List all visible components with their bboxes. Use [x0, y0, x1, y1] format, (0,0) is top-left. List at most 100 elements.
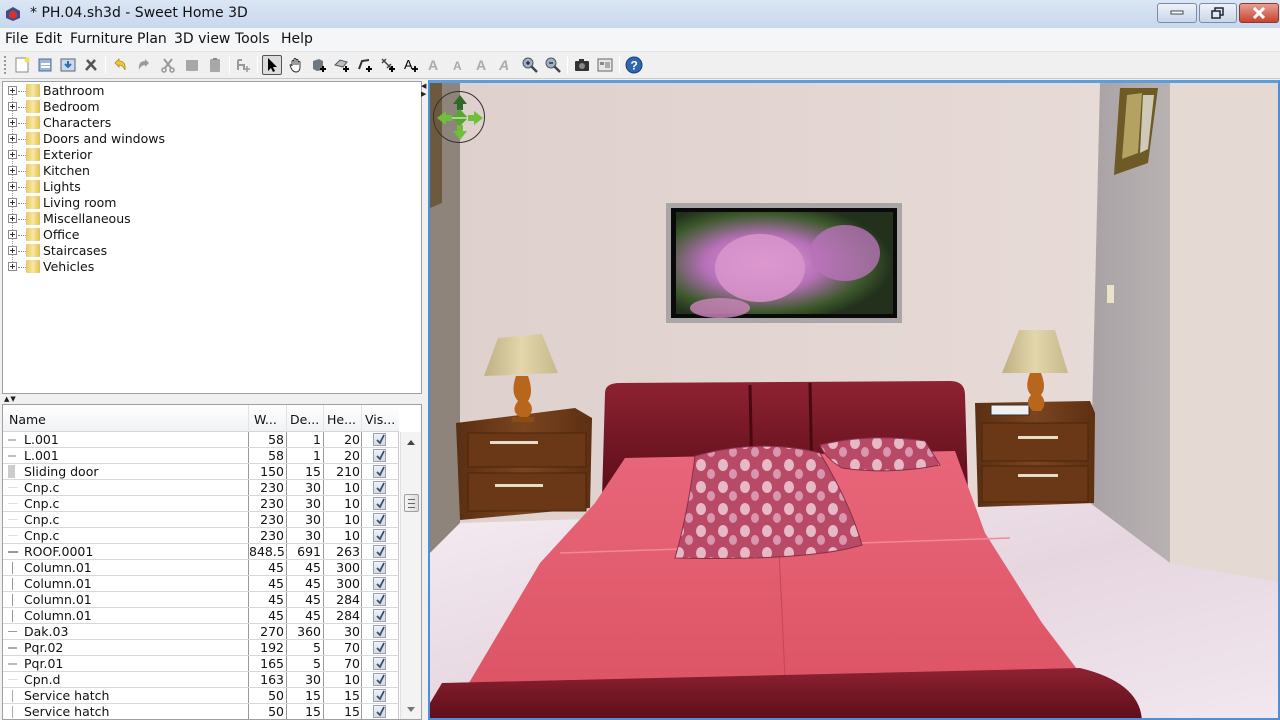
minimize-button[interactable]: [1157, 3, 1197, 23]
scroll-up-arrow-icon[interactable]: [407, 440, 415, 445]
decrease-text-size-button[interactable]: A: [449, 55, 469, 75]
table-row[interactable]: Cnp.c 230 30 10: [3, 528, 399, 544]
visible-checkbox[interactable]: [373, 705, 386, 718]
table-row[interactable]: L.001 58 1 20: [3, 432, 399, 448]
restore-button[interactable]: [1199, 3, 1237, 23]
new-home-button[interactable]: [12, 55, 32, 75]
catalog-category[interactable]: Bedroom: [3, 99, 403, 115]
table-row[interactable]: Column.01 45 45 284: [3, 592, 399, 608]
visible-checkbox[interactable]: [373, 481, 386, 494]
visible-checkbox[interactable]: [373, 609, 386, 622]
table-row[interactable]: Sliding door 150 15 210: [3, 464, 399, 480]
table-row[interactable]: Cnp.c 230 30 10: [3, 512, 399, 528]
menu-help[interactable]: Help: [281, 31, 313, 47]
redo-button[interactable]: [134, 55, 154, 75]
save-button[interactable]: [58, 55, 78, 75]
catalog-category[interactable]: Staircases: [3, 243, 403, 259]
visible-checkbox[interactable]: [373, 433, 386, 446]
column-header-height[interactable]: He...: [327, 412, 356, 427]
table-row[interactable]: Column.01 45 45 300: [3, 576, 399, 592]
catalog-category[interactable]: Kitchen: [3, 163, 403, 179]
table-row[interactable]: Column.01 45 45 284: [3, 608, 399, 624]
split-collapse-arrows-vertical[interactable]: ◀ ▶: [421, 82, 426, 98]
catalog-category[interactable]: Lights: [3, 179, 403, 195]
table-row[interactable]: Service hatch 50 15 15: [3, 688, 399, 704]
create-walls-button[interactable]: [309, 55, 329, 75]
catalog-category[interactable]: Exterior: [3, 147, 403, 163]
zoom-out-button[interactable]: [543, 55, 563, 75]
expand-plus-icon[interactable]: [8, 214, 17, 223]
catalog-category[interactable]: Miscellaneous: [3, 211, 403, 227]
table-row[interactable]: Cpn.d 163 30 10: [3, 672, 399, 688]
scroll-down-arrow-icon[interactable]: [407, 707, 415, 712]
horizontal-split-divider[interactable]: [0, 394, 424, 404]
undo-button[interactable]: [110, 55, 130, 75]
table-row[interactable]: ROOF.0001 848.5 691 263: [3, 544, 399, 560]
catalog-category[interactable]: Bathroom: [3, 83, 403, 99]
add-text-button[interactable]: A: [401, 55, 421, 75]
catalog-category[interactable]: Living room: [3, 195, 403, 211]
expand-plus-icon[interactable]: [8, 230, 17, 239]
scrollbar-thumb[interactable]: [404, 494, 419, 512]
toolbar-grip[interactable]: [4, 56, 6, 74]
expand-plus-icon[interactable]: [8, 86, 17, 95]
split-collapse-arrows[interactable]: ▲▼: [4, 395, 17, 403]
preferences-button[interactable]: [81, 55, 101, 75]
visible-checkbox[interactable]: [373, 641, 386, 654]
visible-checkbox[interactable]: [373, 561, 386, 574]
3d-navigation-control[interactable]: [433, 91, 485, 143]
table-row[interactable]: Service hatch 50 15 15: [3, 704, 399, 719]
copy-button[interactable]: [182, 55, 202, 75]
paste-button[interactable]: [205, 55, 225, 75]
expand-plus-icon[interactable]: [8, 166, 17, 175]
visible-checkbox[interactable]: [373, 689, 386, 702]
expand-plus-icon[interactable]: [8, 198, 17, 207]
table-row[interactable]: Pqr.01 165 5 70: [3, 656, 399, 672]
expand-plus-icon[interactable]: [8, 262, 17, 271]
column-header-name[interactable]: Name: [9, 412, 46, 427]
visible-checkbox[interactable]: [373, 657, 386, 670]
create-polylines-button[interactable]: [355, 55, 375, 75]
italic-text-button[interactable]: A: [495, 55, 515, 75]
pan-mode-button[interactable]: [286, 55, 306, 75]
select-mode-button[interactable]: [262, 55, 282, 75]
table-vertical-scrollbar[interactable]: [400, 432, 421, 719]
table-row[interactable]: L.001 58 1 20: [3, 448, 399, 464]
visible-checkbox[interactable]: [373, 545, 386, 558]
create-photo-button[interactable]: [572, 55, 592, 75]
menu-tools[interactable]: Tools: [235, 31, 270, 47]
create-dimensions-button[interactable]: [378, 55, 398, 75]
3d-view[interactable]: [428, 80, 1280, 720]
expand-plus-icon[interactable]: [8, 150, 17, 159]
table-row[interactable]: Cnp.c 230 30 10: [3, 496, 399, 512]
add-furniture-button[interactable]: [233, 55, 253, 75]
column-header-depth[interactable]: De...: [290, 412, 319, 427]
help-button[interactable]: ?: [624, 55, 644, 75]
increase-text-size-button[interactable]: A: [425, 55, 445, 75]
menu-edit[interactable]: Edit: [35, 31, 62, 47]
menu-furniture[interactable]: Furniture: [70, 31, 133, 47]
visible-checkbox[interactable]: [373, 497, 386, 510]
visible-checkbox[interactable]: [373, 449, 386, 462]
table-row[interactable]: Dak.03 270 360 30: [3, 624, 399, 640]
visible-checkbox[interactable]: [373, 593, 386, 606]
visible-checkbox[interactable]: [373, 625, 386, 638]
open-button[interactable]: [35, 55, 55, 75]
cut-button[interactable]: [158, 55, 178, 75]
catalog-category[interactable]: Vehicles: [3, 259, 403, 275]
zoom-in-button[interactable]: [520, 55, 540, 75]
expand-plus-icon[interactable]: [8, 246, 17, 255]
catalog-category[interactable]: Characters: [3, 115, 403, 131]
catalog-category[interactable]: Office: [3, 227, 403, 243]
menu-3d-view[interactable]: 3D view: [174, 31, 230, 47]
expand-plus-icon[interactable]: [8, 134, 17, 143]
column-header-width[interactable]: W...: [254, 412, 277, 427]
expand-plus-icon[interactable]: [8, 102, 17, 111]
table-row[interactable]: Pqr.02 192 5 70: [3, 640, 399, 656]
catalog-category[interactable]: Doors and windows: [3, 131, 403, 147]
visible-checkbox[interactable]: [373, 529, 386, 542]
expand-plus-icon[interactable]: [8, 118, 17, 127]
menu-plan[interactable]: Plan: [137, 31, 167, 47]
table-row[interactable]: Column.01 45 45 300: [3, 560, 399, 576]
bold-text-button[interactable]: A: [472, 55, 492, 75]
